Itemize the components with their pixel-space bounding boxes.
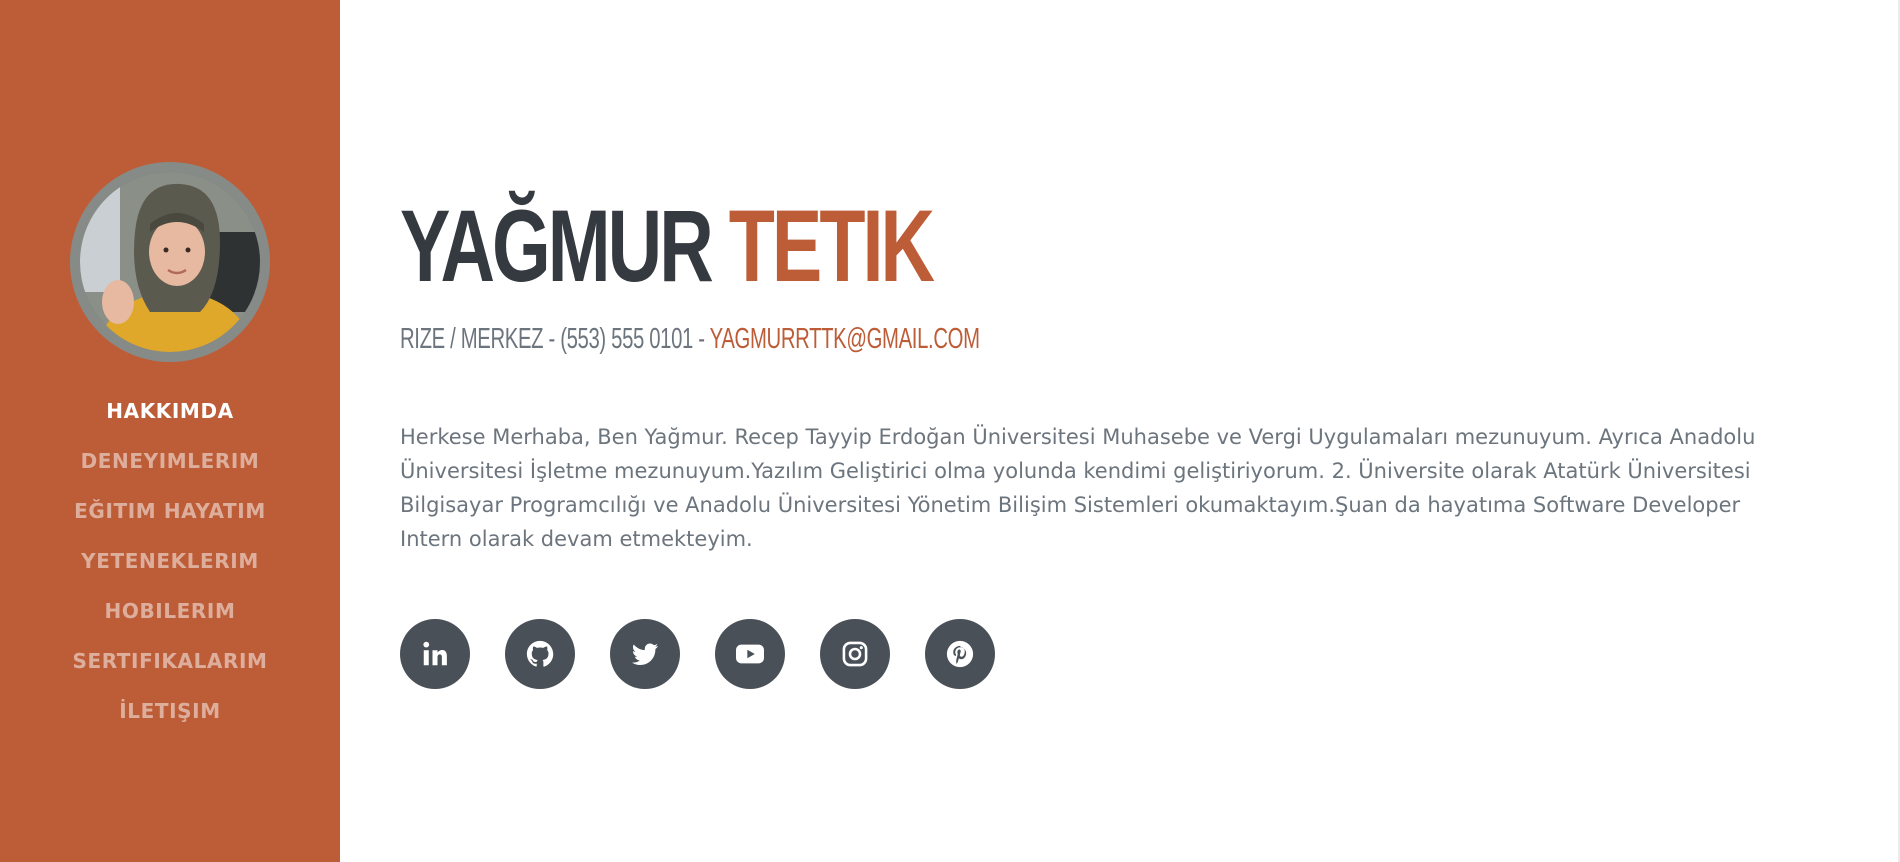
nav-item-sertifikalarim[interactable]: SERTIFIKALARIM xyxy=(72,649,267,673)
phone: (553) 555 0101 xyxy=(560,323,694,355)
separator: - xyxy=(543,323,561,355)
nav-item-iletisim[interactable]: İLETIŞIM xyxy=(119,699,220,723)
pinterest-icon xyxy=(946,640,974,668)
separator: - xyxy=(693,323,710,355)
about-text: Herkese Merhaba, Ben Yağmur. Recep Tayyi… xyxy=(400,425,1756,551)
twitter-icon xyxy=(631,643,659,665)
youtube-icon xyxy=(736,644,764,664)
email-link[interactable]: YAGMURRTTK@GMAIL.COM xyxy=(710,323,980,355)
main-content: YAĞMUR TETIK RIZE / MERKEZ - (553) 555 0… xyxy=(400,0,1800,862)
twitter-button[interactable] xyxy=(610,619,680,689)
github-button[interactable] xyxy=(505,619,575,689)
linkedin-icon xyxy=(423,641,447,666)
social-icons xyxy=(400,619,995,689)
location: RIZE / MERKEZ xyxy=(400,323,544,355)
page-title: YAĞMUR TETIK xyxy=(400,189,935,303)
contact-line: RIZE / MERKEZ - (553) 555 0101 - YAGMURR… xyxy=(400,322,980,356)
nav-item-yeteneklerim[interactable]: YETENEKLERIM xyxy=(81,549,259,573)
nav-item-hakkimda[interactable]: HAKKIMDA xyxy=(106,399,233,423)
sidebar: HAKKIMDA DENEYIMLERIM EĞITIM HAYATIM YET… xyxy=(0,0,340,862)
instagram-icon xyxy=(842,641,868,667)
page: HAKKIMDA DENEYIMLERIM EĞITIM HAYATIM YET… xyxy=(0,0,1900,862)
sidebar-nav: HAKKIMDA DENEYIMLERIM EĞITIM HAYATIM YET… xyxy=(0,386,340,736)
pinterest-button[interactable] xyxy=(925,619,995,689)
nav-item-hobilerim[interactable]: HOBILERIM xyxy=(105,599,236,623)
youtube-button[interactable] xyxy=(715,619,785,689)
nav-item-deneyimlerim[interactable]: DENEYIMLERIM xyxy=(81,449,260,473)
last-name: TETIK xyxy=(728,189,935,303)
profile-photo xyxy=(80,172,260,352)
github-icon xyxy=(526,640,554,667)
avatar xyxy=(70,162,270,362)
first-name: YAĞMUR xyxy=(400,189,714,303)
linkedin-button[interactable] xyxy=(400,619,470,689)
instagram-button[interactable] xyxy=(820,619,890,689)
nav-item-egitim-hayatim[interactable]: EĞITIM HAYATIM xyxy=(74,499,266,523)
